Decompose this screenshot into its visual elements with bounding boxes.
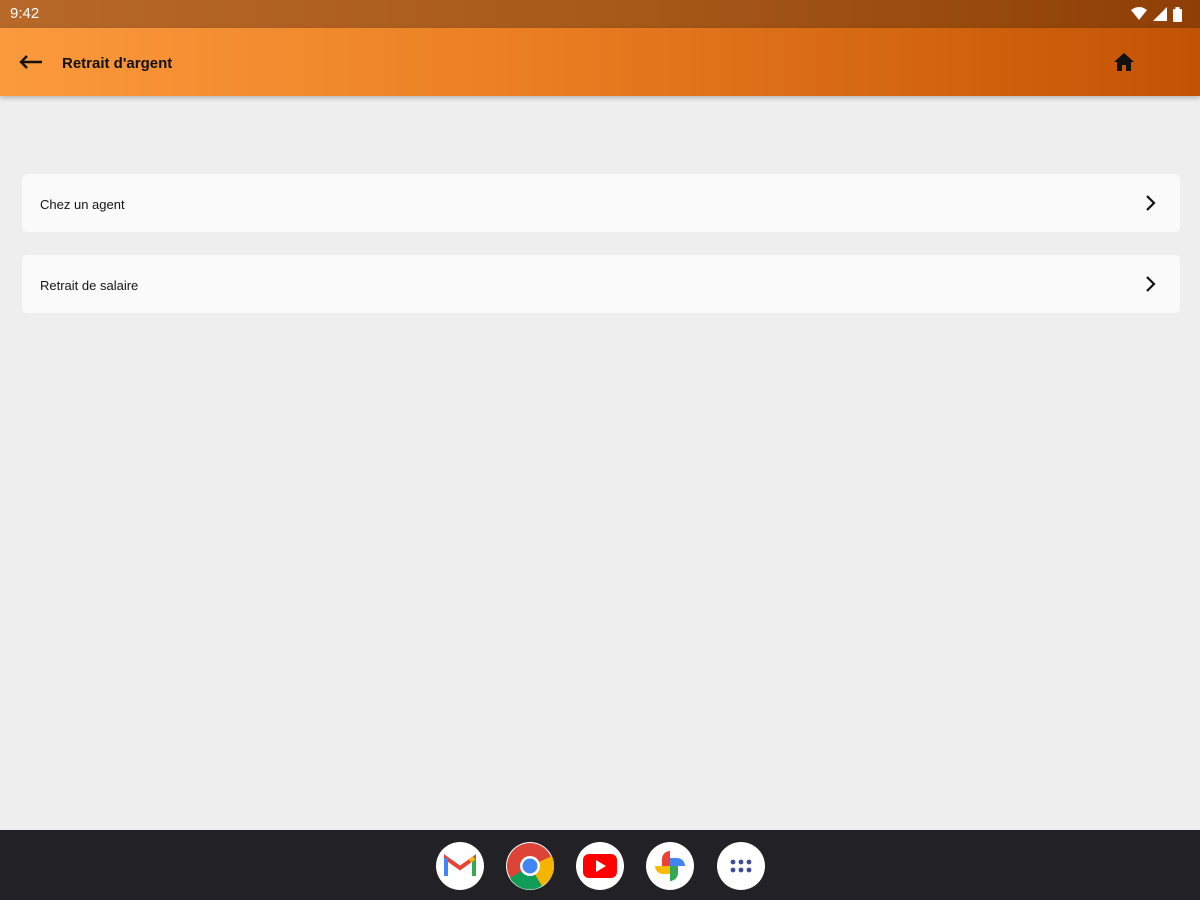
photos-icon [655, 851, 685, 881]
gmail-app[interactable] [436, 842, 484, 890]
back-button[interactable] [14, 48, 48, 76]
dock [0, 830, 1200, 900]
chrome-icon [507, 843, 554, 890]
youtube-app[interactable] [576, 842, 624, 890]
menu-item-label: Chez un agent [40, 197, 125, 212]
menu-item-chez-un-agent[interactable]: Chez un agent [22, 174, 1180, 232]
status-time: 9:42 [10, 5, 40, 22]
battery-icon [1173, 6, 1182, 22]
chevron-right-icon [1146, 276, 1156, 292]
wifi-icon [1131, 7, 1147, 20]
app-bar: Retrait d'argent [0, 28, 1200, 96]
home-button[interactable] [1110, 48, 1138, 76]
status-bar: 9:42 [0, 0, 1200, 28]
app-drawer-icon [730, 859, 752, 873]
status-icons [1131, 6, 1182, 22]
chevron-right-icon [1146, 195, 1156, 211]
menu-item-retrait-de-salaire[interactable]: Retrait de salaire [22, 255, 1180, 313]
youtube-icon [583, 854, 617, 878]
gmail-icon [444, 854, 476, 876]
home-icon [1114, 53, 1134, 71]
signal-icon [1153, 7, 1167, 21]
menu-item-label: Retrait de salaire [40, 278, 139, 293]
app-drawer[interactable] [717, 842, 765, 890]
chrome-app[interactable] [506, 842, 554, 890]
page-title: Retrait d'argent [62, 55, 173, 72]
photos-app[interactable] [646, 842, 694, 890]
arrow-back-icon [19, 55, 42, 69]
